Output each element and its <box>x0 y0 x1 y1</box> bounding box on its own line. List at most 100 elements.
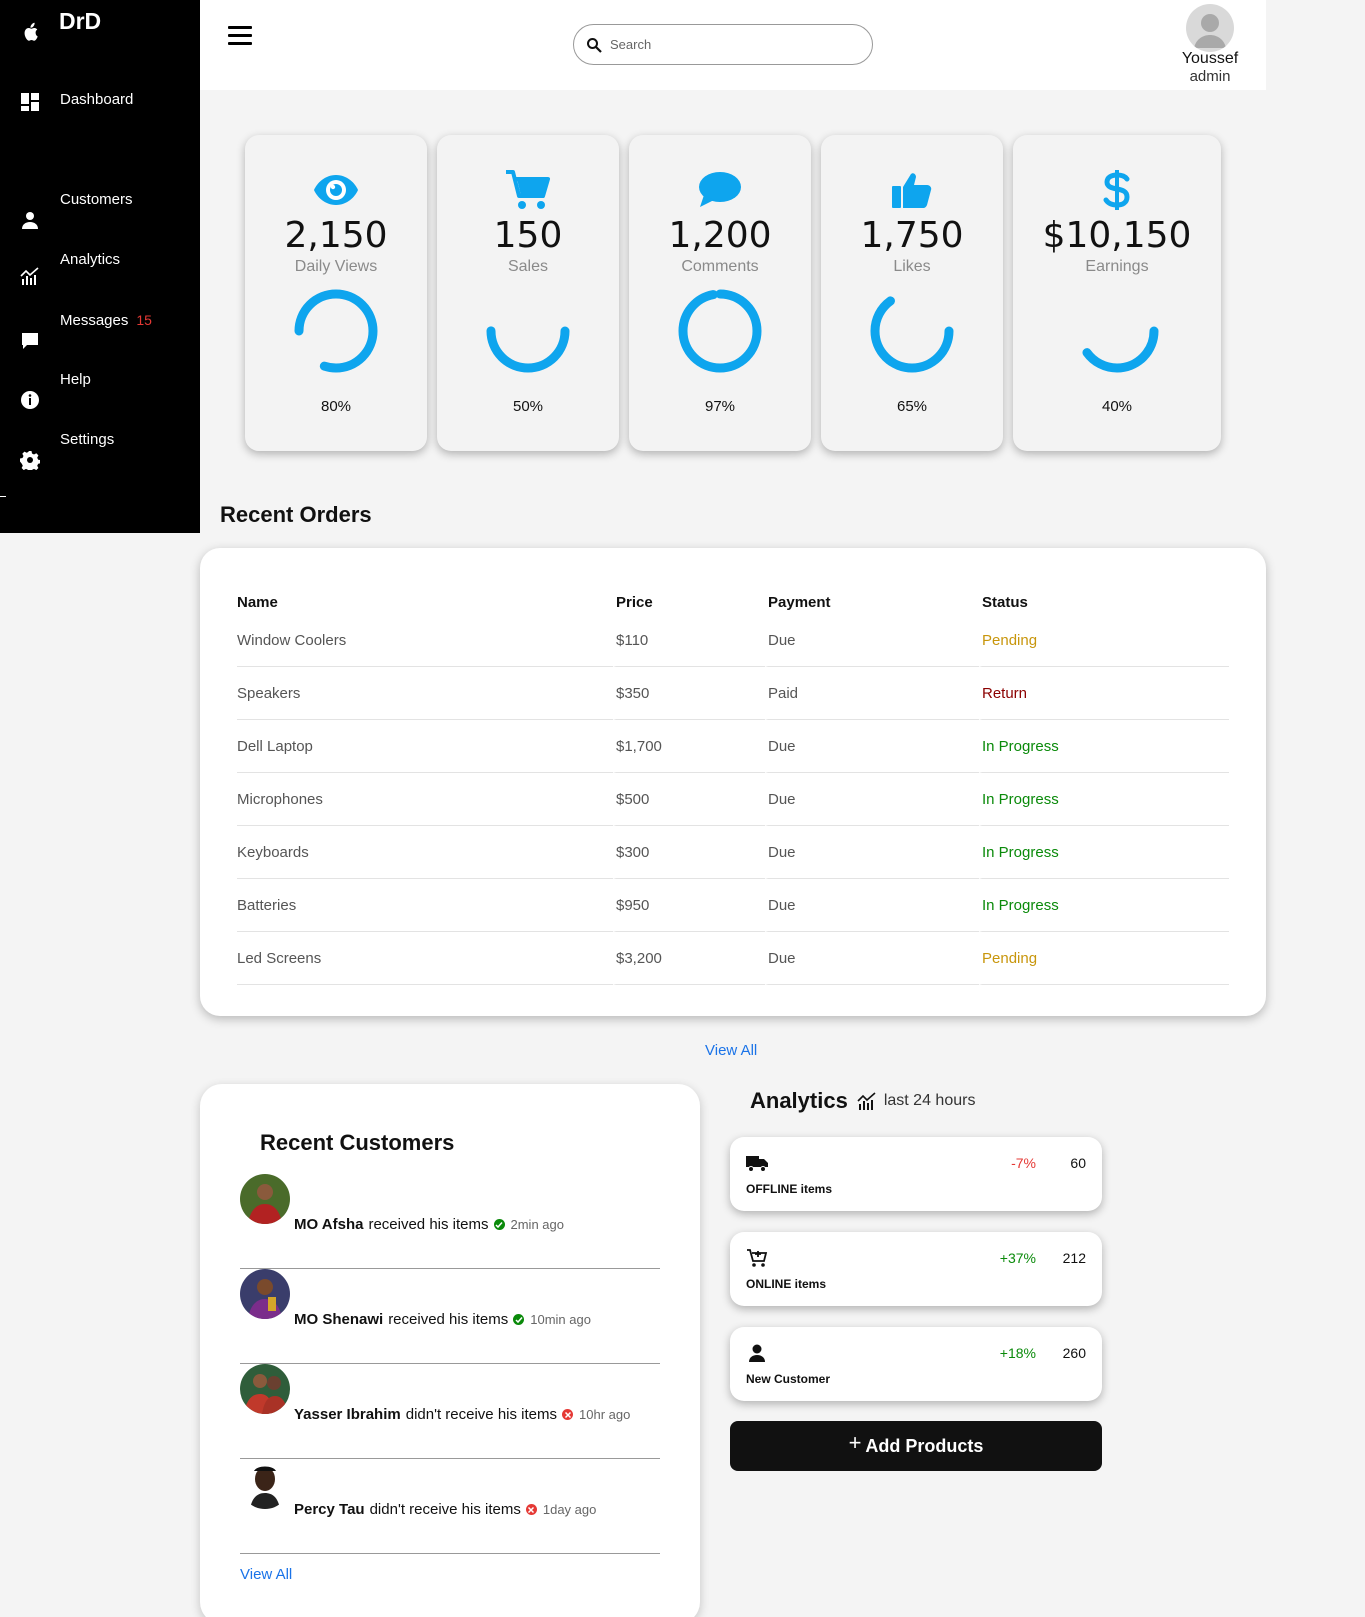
stat-card-earnings: $10,150 Earnings 40% <box>1013 135 1221 451</box>
search-input[interactable] <box>610 37 840 52</box>
hamburger-line <box>228 42 252 45</box>
user-name: Youssef <box>1181 50 1239 67</box>
order-payment-cell: Paid <box>765 667 979 720</box>
order-payment-cell: Due <box>765 614 979 667</box>
order-name-cell: Microphones <box>237 773 613 826</box>
thumbs-up-icon <box>892 173 932 208</box>
avatar <box>240 1269 290 1319</box>
sidebar-item-settings[interactable]: Settings <box>0 430 200 470</box>
analytics-card-count: 60 <box>1070 1155 1086 1171</box>
analytics-card-offline[interactable]: OFFLINE items -7% 60 <box>730 1137 1102 1211</box>
table-row[interactable]: Window Coolers $110 Due Pending <box>237 614 1229 667</box>
sidebar: DrD Dashboard Customers Analytics Messag… <box>0 0 200 533</box>
sidebar-item-label: Messages <box>60 312 129 329</box>
menu-toggle-button[interactable] <box>228 26 252 48</box>
truck-icon <box>746 1156 768 1172</box>
hamburger-line <box>228 34 252 37</box>
stat-value: 150 <box>493 215 563 256</box>
analytics-card-new-customer[interactable]: New Customer +18% 260 <box>730 1327 1102 1401</box>
customer-action: didn't receive his items <box>369 1501 521 1518</box>
orders-table: Name Price Payment Status Window Coolers… <box>237 584 1229 985</box>
stat-card-sales: 150 Sales 50% <box>437 135 619 451</box>
table-header-row: Name Price Payment Status <box>237 584 1229 614</box>
customer-action: received his items <box>388 1311 509 1328</box>
customer-photo-icon <box>240 1364 290 1414</box>
stat-label: Sales <box>507 258 549 275</box>
message-icon <box>22 333 38 349</box>
stat-card-likes: 1,750 Likes 65% <box>821 135 1003 451</box>
list-item[interactable]: Yasser Ibrahim didn't receive his items … <box>240 1364 660 1459</box>
sidebar-item-label: Help <box>60 371 91 388</box>
analytics-title: Analytics <box>750 1088 848 1113</box>
check-circle-icon <box>513 1314 525 1325</box>
user-profile[interactable]: Youssef admin <box>1175 4 1245 85</box>
stat-label: Earnings <box>1085 258 1149 275</box>
table-row[interactable]: Microphones $500 Due In Progress <box>237 773 1229 826</box>
column-header: Status <box>979 584 1229 614</box>
order-name-cell: Batteries <box>237 879 613 932</box>
stat-percent: 65% <box>896 398 928 415</box>
stat-percent: 50% <box>512 398 544 415</box>
progress-ring <box>870 289 954 373</box>
list-item[interactable]: MO Afsha received his items 2min ago <box>240 1174 660 1269</box>
progress-ring <box>1075 289 1159 373</box>
check-circle-icon <box>493 1219 505 1230</box>
user-icon <box>749 1344 765 1362</box>
stat-label: Likes <box>893 258 931 275</box>
order-payment-cell: Due <box>765 932 979 985</box>
customer-action: didn't receive his items <box>405 1406 557 1423</box>
x-circle-icon <box>562 1409 573 1420</box>
sidebar-item-dashboard[interactable]: Dashboard <box>0 90 200 130</box>
table-row[interactable]: Speakers $350 Paid Return <box>237 667 1229 720</box>
analytics-card-count: 212 <box>1062 1250 1086 1266</box>
sidebar-item-label: Dashboard <box>60 91 134 108</box>
order-status-cell: In Progress <box>979 826 1229 879</box>
column-header: Payment <box>765 584 979 614</box>
table-row[interactable]: Batteries $950 Due In Progress <box>237 879 1229 932</box>
customers-view-all-link[interactable]: View All <box>240 1566 292 1583</box>
customer-time: 1day ago <box>542 1502 597 1517</box>
list-item[interactable]: MO Shenawi received his items 10min ago <box>240 1269 660 1364</box>
sidebar-item-customers[interactable]: Customers <box>0 190 200 230</box>
stat-label: Comments <box>681 258 759 275</box>
search-icon <box>587 37 602 53</box>
dashboard-icon <box>21 93 39 111</box>
sidebar-item-help[interactable]: Help <box>0 370 200 410</box>
stat-value: 1,750 <box>860 215 964 256</box>
table-row[interactable]: Dell Laptop $1,700 Due In Progress <box>237 720 1229 773</box>
order-name-cell: Window Coolers <box>237 614 613 667</box>
customer-time: 10hr ago <box>579 1407 631 1422</box>
apple-logo-icon <box>24 22 38 41</box>
order-name-cell: Led Screens <box>237 932 613 985</box>
order-status-cell: Pending <box>979 932 1229 985</box>
analytics-header: Analytics last 24 hours <box>750 1088 975 1114</box>
search-box[interactable] <box>573 24 873 65</box>
list-item[interactable]: Percy Tau didn't receive his items 1day … <box>240 1459 660 1554</box>
column-header: Price <box>613 584 765 614</box>
analytics-card-change: +18% <box>999 1345 1036 1361</box>
info-icon <box>21 391 39 409</box>
progress-ring <box>294 289 378 373</box>
recent-orders-title: Recent Orders <box>220 502 372 527</box>
avatar[interactable] <box>1186 4 1234 52</box>
order-status-cell: In Progress <box>979 879 1229 932</box>
sidebar-item-label: Analytics <box>60 251 121 268</box>
analytics-card-online[interactable]: ONLINE items +37% 212 <box>730 1232 1102 1306</box>
order-price-cell: $500 <box>613 773 765 826</box>
sidebar-item-messages[interactable]: Messages 15 <box>0 310 200 350</box>
default-avatar-icon <box>1194 14 1226 48</box>
table-row[interactable]: Led Screens $3,200 Due Pending <box>237 932 1229 985</box>
sidebar-item-analytics[interactable]: Analytics <box>0 250 200 290</box>
divider <box>0 496 6 497</box>
order-price-cell: $300 <box>613 826 765 879</box>
gear-icon <box>20 451 40 470</box>
plus-icon: + <box>848 1430 862 1455</box>
progress-ring <box>678 289 762 373</box>
orders-view-all-link[interactable]: View All <box>705 1042 757 1059</box>
stat-percent: 40% <box>1101 398 1133 415</box>
brand[interactable]: DrD <box>20 8 101 42</box>
table-row[interactable]: Keyboards $300 Due In Progress <box>237 826 1229 879</box>
add-products-button[interactable]: + Add Products <box>730 1421 1102 1471</box>
hamburger-line <box>228 26 252 29</box>
analytics-card-label: ONLINE items <box>746 1277 827 1291</box>
